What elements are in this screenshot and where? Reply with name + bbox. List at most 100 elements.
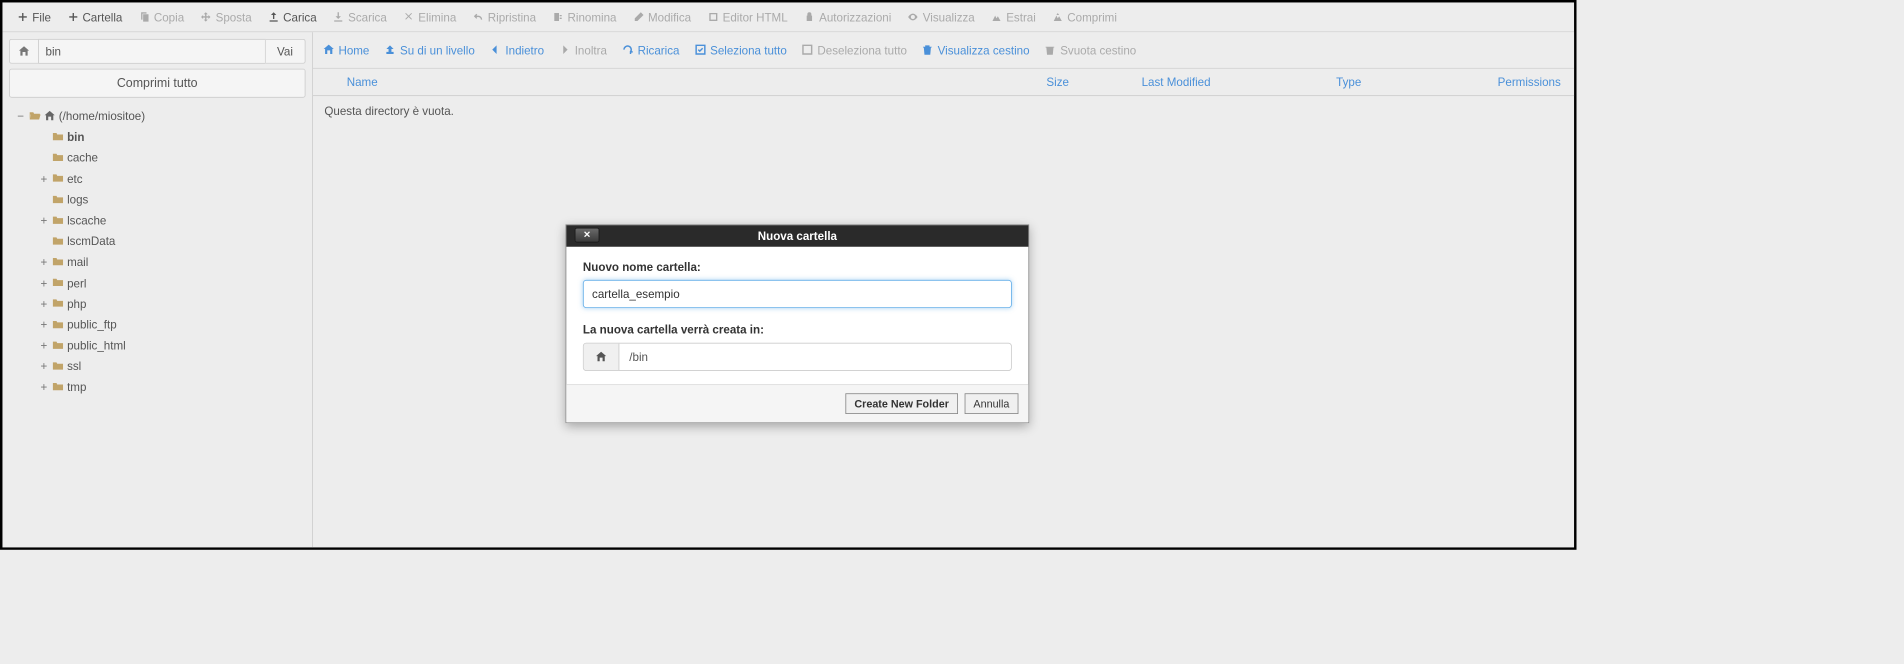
subnav-label: Seleziona tutto: [710, 43, 787, 56]
expand-icon[interactable]: +: [39, 377, 49, 398]
toolbar-label: Visualizza: [923, 10, 975, 23]
select-icon: [694, 43, 706, 56]
create-folder-button[interactable]: Create New Folder: [845, 393, 958, 414]
cancel-button[interactable]: Annulla: [964, 393, 1018, 414]
top-toolbar: File Cartella CopiaSposta Carica Scarica Elim…: [2, 2, 1574, 32]
sidebar: Vai Comprimi tutto − (/home/miositoe) bi…: [2, 32, 312, 547]
col-type[interactable]: Type: [1336, 75, 1497, 88]
copy-icon: [139, 11, 150, 23]
expand-icon[interactable]: +: [39, 294, 49, 315]
subnav-home[interactable]: Home: [323, 43, 370, 56]
tree-item-ssl[interactable]: + ssl: [39, 356, 305, 377]
toolbar-file[interactable]: File: [9, 7, 59, 27]
subnav-label: Su di un livello: [400, 43, 475, 56]
go-button[interactable]: Vai: [265, 39, 305, 64]
tree-item-label: public_ftp: [67, 315, 117, 336]
html-icon: [708, 11, 719, 23]
subnav-ricarica[interactable]: Ricarica: [622, 43, 680, 56]
home-icon[interactable]: [9, 39, 38, 64]
tree-item-label: lscache: [67, 210, 106, 231]
expand-icon[interactable]: +: [39, 252, 49, 273]
folder-icon: [52, 169, 64, 190]
toolbar-label: Cartella: [82, 10, 122, 23]
expand-icon[interactable]: +: [39, 335, 49, 356]
col-size[interactable]: Size: [1046, 75, 1141, 88]
subnav-seleziona-tutto[interactable]: Seleziona tutto: [694, 43, 786, 56]
toolbar-label: File: [32, 10, 51, 23]
folder-icon: [52, 294, 64, 315]
tree-item-label: ssl: [67, 356, 81, 377]
col-permissions[interactable]: Permissions: [1498, 75, 1561, 88]
tree-item-perl[interactable]: +perl: [39, 273, 305, 294]
toolbar-modifica: Modifica: [625, 7, 700, 27]
folder-name-label: Nuovo nome cartella:: [583, 260, 1012, 273]
expand-icon[interactable]: +: [39, 315, 49, 336]
folder-icon: [52, 377, 64, 398]
reload-icon: [622, 43, 634, 56]
subnav-label: Indietro: [505, 43, 544, 56]
subnav-visualizza-cestino[interactable]: Visualizza cestino: [922, 43, 1030, 56]
close-icon[interactable]: ✕: [575, 228, 600, 243]
home-icon[interactable]: [584, 344, 620, 370]
tree-item-php[interactable]: +php: [39, 294, 305, 315]
plus-icon: [68, 11, 79, 23]
tree-item-public_html[interactable]: +public_html: [39, 335, 305, 356]
col-modified[interactable]: Last Modified: [1142, 75, 1337, 88]
tree-item-logs[interactable]: logs: [39, 189, 305, 210]
tree-item-lscmData[interactable]: lscmData: [39, 231, 305, 252]
dialog-title-bar: ✕ Nuova cartella: [566, 225, 1028, 247]
folder-name-input[interactable]: [583, 280, 1012, 308]
toolbar-label: Carica: [283, 10, 317, 23]
folder-tree: − (/home/miositoe) bincache+etclogs+lsca…: [9, 106, 305, 398]
toolbar-sposta: Sposta: [192, 7, 260, 27]
path-input[interactable]: [38, 39, 265, 64]
subnav-label: Home: [338, 43, 369, 56]
folder-icon: [52, 189, 64, 210]
folder-icon: [52, 127, 64, 148]
subnav-su-di-un-livello[interactable]: Su di un livello: [384, 43, 474, 56]
tree-item-bin[interactable]: bin: [39, 127, 305, 148]
col-name[interactable]: Name: [326, 75, 1046, 88]
toolbar-editor-html: Editor HTML: [699, 7, 796, 27]
tree-item-mail[interactable]: +mail: [39, 252, 305, 273]
empty-icon: [1044, 43, 1056, 56]
toolbar-carica[interactable]: Carica: [260, 7, 325, 27]
expand-icon[interactable]: +: [39, 273, 49, 294]
new-folder-dialog: ✕ Nuova cartella Nuovo nome cartella: La…: [566, 224, 1030, 423]
edit-icon: [633, 11, 644, 23]
tree-root[interactable]: − (/home/miositoe): [16, 106, 306, 127]
subnav-label: Ricarica: [638, 43, 680, 56]
toolbar-rinomina: Rinomina: [544, 7, 624, 27]
toolbar-scarica: Scarica: [325, 7, 395, 27]
extract-icon: [991, 11, 1002, 23]
collapse-icon[interactable]: −: [16, 106, 26, 127]
subnav-indietro[interactable]: Indietro: [490, 43, 544, 56]
subnav-inoltra: Inoltra: [559, 43, 607, 56]
tree-item-cache[interactable]: cache: [39, 148, 305, 169]
toolbar-label: Elimina: [418, 10, 456, 23]
tree-item-etc[interactable]: +etc: [39, 169, 305, 190]
expand-icon[interactable]: +: [39, 356, 49, 377]
subnav-deseleziona-tutto: Deseleziona tutto: [802, 43, 907, 56]
expand-icon[interactable]: +: [39, 210, 49, 231]
tree-item-label: tmp: [67, 377, 86, 398]
toolbar-cartella[interactable]: Cartella: [59, 7, 130, 27]
rename-icon: [553, 11, 564, 23]
move-icon: [201, 11, 212, 23]
trash-icon: [922, 43, 934, 56]
toolbar-elimina: Elimina: [395, 7, 464, 27]
tree-item-lscache[interactable]: + lscache: [39, 210, 305, 231]
toolbar-estrai: Estrai: [983, 7, 1044, 27]
toolbar-copia: Copia: [131, 7, 193, 27]
toolbar-label: Ripristina: [488, 10, 536, 23]
subnav-label: Svuota cestino: [1060, 43, 1136, 56]
tree-item-public_ftp[interactable]: + public_ftp: [39, 315, 305, 336]
toolbar-ripristina: Ripristina: [465, 7, 545, 27]
expand-icon[interactable]: +: [39, 169, 49, 190]
tree-item-tmp[interactable]: + tmp: [39, 377, 305, 398]
folder-path-label: La nuova cartella verrà creata in:: [583, 323, 1012, 336]
compress-all-button[interactable]: Comprimi tutto: [9, 69, 305, 98]
up-icon: [384, 43, 396, 56]
fwd-icon: [559, 43, 571, 56]
toolbar-label: Modifica: [648, 10, 691, 23]
